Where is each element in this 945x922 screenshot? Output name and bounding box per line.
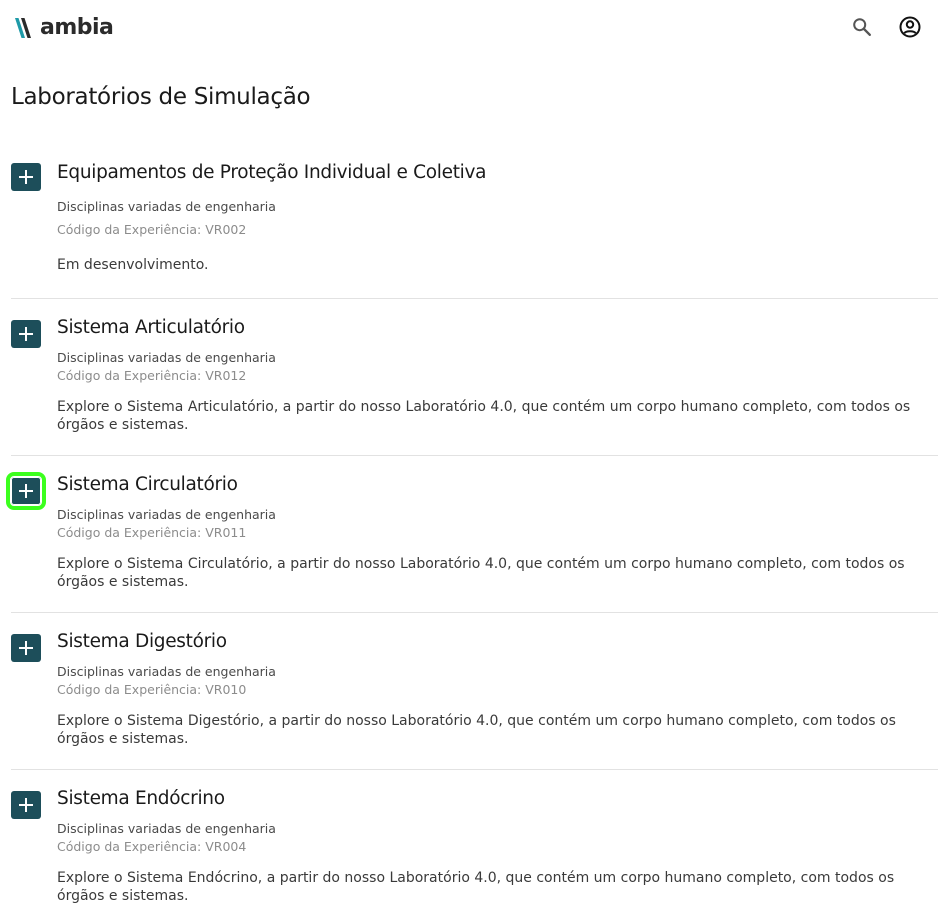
plus-icon: [19, 641, 33, 655]
experience-description: Em desenvolvimento.: [57, 257, 209, 273]
plus-icon: [19, 484, 33, 498]
plus-icon: [19, 170, 33, 184]
account-circle-icon: [899, 16, 921, 38]
logo-text: ambia: [40, 15, 114, 40]
experience-title: Sistema Articulatório: [57, 317, 245, 338]
experience-code: Código da Experiência: VR012: [57, 368, 247, 383]
experience-code: Código da Experiência: VR010: [57, 682, 247, 697]
ambia-logo[interactable]: ambia: [14, 14, 114, 42]
experience-title: Sistema Digestório: [57, 631, 227, 652]
divider: [11, 298, 938, 299]
top-bar: ambia: [0, 0, 945, 56]
page-title: Laboratórios de Simulação: [11, 84, 311, 110]
experience-title: Sistema Circulatório: [57, 474, 238, 495]
expand-button[interactable]: [11, 163, 41, 191]
divider: [11, 612, 938, 613]
logo-mark-icon: [15, 18, 31, 38]
expand-button[interactable]: [6, 472, 46, 510]
plus-icon: [19, 327, 33, 341]
experience-code: Código da Experiência: VR004: [57, 839, 247, 854]
experience-area: Disciplinas variadas de engenharia: [57, 664, 276, 679]
experience-area: Disciplinas variadas de engenharia: [57, 507, 276, 522]
experience-code: Código da Experiência: VR002: [57, 222, 247, 237]
search-button[interactable]: [849, 14, 875, 40]
experience-description: Explore o Sistema Digestório, a partir d…: [57, 713, 896, 747]
experience-description: Explore o Sistema Endócrino, a partir do…: [57, 870, 895, 904]
experience-code: Código da Experiência: VR011: [57, 525, 247, 540]
experience-area: Disciplinas variadas de engenharia: [57, 350, 276, 365]
expand-button[interactable]: [11, 634, 41, 662]
experience-title: Sistema Endócrino: [57, 788, 225, 809]
experience-description: Explore o Sistema Articulatório, a parti…: [57, 399, 911, 433]
plus-icon: [19, 798, 33, 812]
expand-button[interactable]: [11, 791, 41, 819]
experience-description: Explore o Sistema Circulatório, a partir…: [57, 556, 905, 590]
experience-title: Equipamentos de Proteção Individual e Co…: [57, 162, 487, 183]
experience-area: Disciplinas variadas de engenharia: [57, 821, 276, 836]
divider: [11, 769, 938, 770]
search-icon: [853, 18, 871, 36]
divider: [11, 455, 938, 456]
account-button[interactable]: [897, 14, 923, 40]
experience-area: Disciplinas variadas de engenharia: [57, 199, 276, 214]
expand-button[interactable]: [11, 320, 41, 348]
